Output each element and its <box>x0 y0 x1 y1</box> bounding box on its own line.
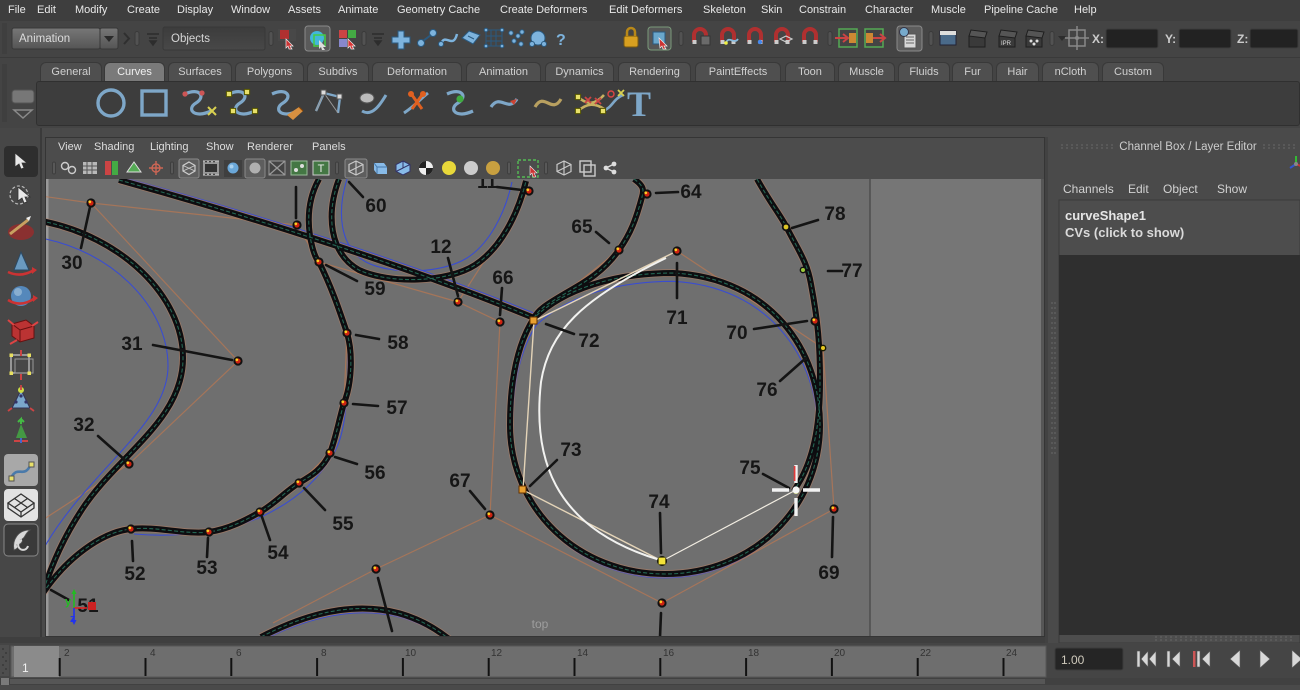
svg-text:CVs (click to show): CVs (click to show) <box>1065 225 1184 240</box>
svg-text:T: T <box>318 163 325 175</box>
svg-text:58: 58 <box>387 333 408 354</box>
svg-text:67: 67 <box>449 471 470 492</box>
svg-text:10: 10 <box>405 648 417 659</box>
svg-text:14: 14 <box>577 648 589 659</box>
svg-text:curveShape1: curveShape1 <box>1065 208 1146 223</box>
svg-text:31: 31 <box>121 334 143 355</box>
svg-text:top: top <box>532 617 549 631</box>
svg-text:IPR: IPR <box>1001 41 1012 47</box>
svg-text:11: 11 <box>477 179 498 193</box>
svg-text:X:: X: <box>1092 32 1104 46</box>
svg-text:70: 70 <box>726 323 747 344</box>
svg-text:57: 57 <box>386 398 407 419</box>
svg-text:Edit: Edit <box>1128 182 1149 196</box>
svg-text:?: ? <box>556 32 566 49</box>
svg-text:74: 74 <box>648 492 670 513</box>
svg-text:71: 71 <box>666 308 688 329</box>
svg-text:y: y <box>65 596 72 608</box>
svg-text:Animation: Animation <box>19 33 70 45</box>
svg-text:Object: Object <box>1163 182 1198 196</box>
svg-text:64: 64 <box>680 182 702 203</box>
svg-text:55: 55 <box>332 514 354 535</box>
svg-text:12: 12 <box>491 648 503 659</box>
svg-text:52: 52 <box>124 564 145 585</box>
svg-text:72: 72 <box>578 331 599 352</box>
svg-text:Channels: Channels <box>1063 182 1114 196</box>
svg-text:1: 1 <box>22 661 29 675</box>
svg-text:75: 75 <box>739 458 761 479</box>
svg-text:6: 6 <box>236 648 242 659</box>
svg-text:66: 66 <box>492 268 513 289</box>
svg-text:32: 32 <box>73 415 94 436</box>
svg-text:69: 69 <box>818 563 839 584</box>
svg-text:2: 2 <box>64 648 70 659</box>
svg-text:65: 65 <box>571 217 593 238</box>
svg-text:z: z <box>70 613 76 625</box>
svg-text:59: 59 <box>364 279 385 300</box>
svg-text:16: 16 <box>663 648 675 659</box>
svg-text:12: 12 <box>430 237 451 258</box>
svg-text:24: 24 <box>1006 648 1018 659</box>
svg-text:18: 18 <box>748 648 760 659</box>
svg-text:1.00: 1.00 <box>1061 653 1085 667</box>
svg-text:54: 54 <box>267 543 289 564</box>
svg-text:53: 53 <box>196 558 217 579</box>
svg-text:Z:: Z: <box>1237 32 1248 46</box>
svg-text:8: 8 <box>321 648 327 659</box>
svg-text:Y:: Y: <box>1165 32 1176 46</box>
svg-text:22: 22 <box>920 648 932 659</box>
svg-text:30: 30 <box>61 253 82 274</box>
svg-text:20: 20 <box>834 648 846 659</box>
svg-text:77: 77 <box>841 261 862 282</box>
svg-text:73: 73 <box>560 440 581 461</box>
svg-text:Show: Show <box>1217 182 1247 196</box>
svg-text:Channel Box / Layer Editor: Channel Box / Layer Editor <box>1119 141 1257 153</box>
svg-text:T: T <box>627 84 651 124</box>
svg-text:78: 78 <box>824 204 845 225</box>
svg-text:56: 56 <box>364 463 385 484</box>
svg-text:60: 60 <box>365 196 386 217</box>
svg-text:4: 4 <box>150 648 156 659</box>
svg-text:76: 76 <box>756 380 777 401</box>
svg-text:Objects: Objects <box>171 33 210 45</box>
